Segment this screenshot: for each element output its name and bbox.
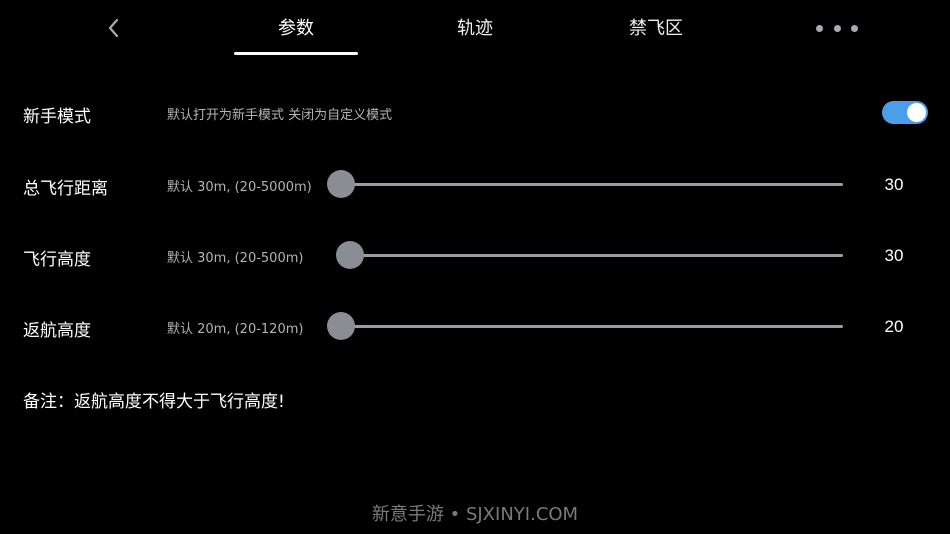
return-height-value: 20 <box>884 317 904 336</box>
novice-mode-hint: 默认打开为新手模式 关闭为自定义模式 <box>167 108 393 123</box>
tab-params[interactable]: 参数 <box>254 14 338 44</box>
more-horizontal-icon <box>816 24 823 32</box>
return-height-label: 返航高度 <box>23 321 91 341</box>
total-distance-hint: 默认 30m, (20-5000m) <box>167 180 312 195</box>
return-height-slider-thumb[interactable] <box>327 312 355 340</box>
novice-mode-label: 新手模式 <box>23 107 91 127</box>
novice-mode-toggle[interactable] <box>882 101 928 124</box>
return-height-slider-track[interactable] <box>341 325 843 328</box>
toggle-knob <box>907 103 926 122</box>
tab-track[interactable]: 轨迹 <box>433 14 517 44</box>
tab-no-fly-zone[interactable]: 禁飞区 <box>606 14 706 44</box>
active-tab-indicator <box>234 52 358 55</box>
total-distance-slider-track[interactable] <box>341 183 843 186</box>
flight-height-value: 30 <box>884 246 904 265</box>
flight-height-label: 飞行高度 <box>23 250 91 270</box>
chevron-left-icon <box>108 18 119 38</box>
flight-height-slider-thumb[interactable] <box>336 241 364 269</box>
total-distance-slider-thumb[interactable] <box>327 170 355 198</box>
flight-height-slider-track[interactable] <box>350 254 843 257</box>
total-distance-value: 30 <box>884 175 904 194</box>
watermark: 新意手游 • SJXINYI.COM <box>371 504 579 525</box>
flight-height-hint: 默认 30m, (20-500m) <box>167 251 304 266</box>
total-distance-label: 总飞行距离 <box>23 179 108 199</box>
more-button[interactable] <box>816 18 858 38</box>
top-navigation-bar: 参数 轨迹 禁飞区 <box>0 0 950 58</box>
more-dot <box>833 24 841 32</box>
return-height-hint: 默认 20m, (20-120m) <box>167 322 304 337</box>
back-button[interactable] <box>98 12 128 44</box>
note-text: 备注：返航高度不得大于飞行高度! <box>23 392 285 412</box>
more-dot <box>851 24 858 32</box>
